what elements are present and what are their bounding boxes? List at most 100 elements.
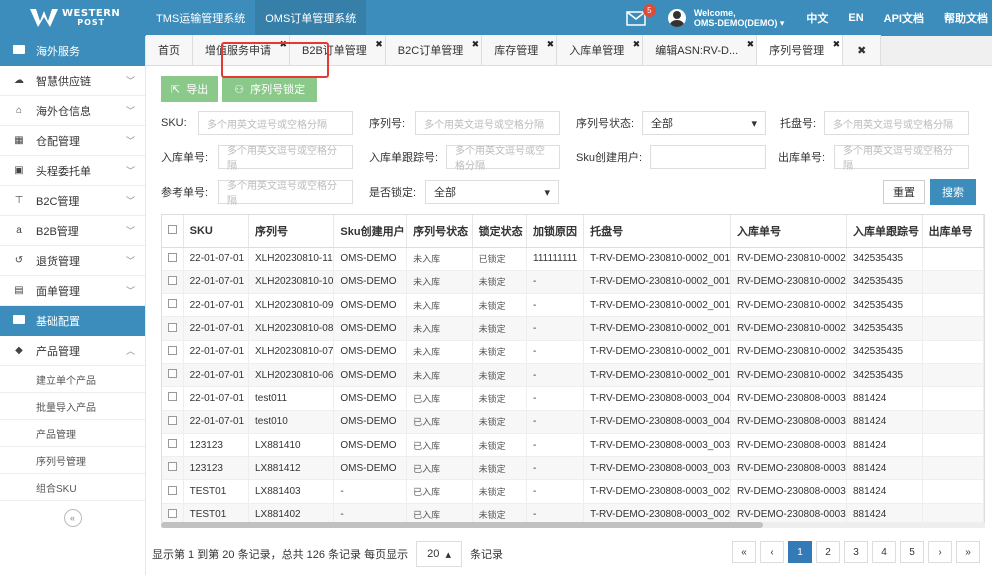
user-menu[interactable]: Welcome, OMS-DEMO(DEMO) ▾ [667, 8, 784, 28]
sidebar-item-supply-chain[interactable]: ☁ 智慧供应链 ﹀ [0, 66, 145, 96]
page-button-1[interactable]: 1 [788, 541, 812, 563]
row-select-cell[interactable] [162, 293, 184, 318]
close-icon[interactable]: ✖ [833, 39, 841, 50]
sidebar-subitem-bulk-import[interactable]: 批量导入产品 [0, 393, 145, 420]
sidebar-subitem-serial-management[interactable]: 序列号管理 [0, 447, 145, 474]
sidebar-subitem-product-management[interactable]: 产品管理 [0, 420, 145, 447]
sidebar-item-labels[interactable]: ▤ 面单管理 ﹀ [0, 276, 145, 306]
select-all-checkbox[interactable] [168, 224, 177, 234]
row-checkbox[interactable] [168, 415, 177, 425]
system-tab-tms[interactable]: TMS运输管理系统 [146, 0, 255, 36]
tab-home[interactable]: 首页 [146, 35, 193, 65]
row-checkbox[interactable] [168, 275, 177, 285]
close-icon[interactable]: ✖ [633, 39, 641, 50]
table-row[interactable]: 22-01-07-01 XLH20230810-06 OMS-DEMO 未入库 未锁定 -… [162, 363, 984, 388]
last-page-button[interactable]: » [956, 541, 980, 563]
table-row[interactable]: TEST01 LX881403- 已入库 未锁定 - T-RV-DEMO-230808-0… [162, 479, 984, 504]
table-row[interactable]: 22-01-07-01 test011 OMS-DEMO 已入库 未锁定 - T-RV-DE… [162, 386, 984, 411]
row-checkbox[interactable] [168, 299, 177, 309]
col-inbound-track[interactable]: 入库单跟踪号 [846, 215, 923, 248]
row-select-cell[interactable] [162, 386, 184, 411]
mail-button[interactable]: 5 [626, 4, 656, 26]
sidebar-section-basic-config[interactable]: 基础配置 [0, 306, 145, 336]
col-serial[interactable]: 序列号 [248, 215, 335, 248]
prev-page-button[interactable]: ‹ [760, 541, 784, 563]
select-all-header[interactable] [162, 215, 184, 248]
page-button-5[interactable]: 5 [900, 541, 924, 563]
ref-no-input[interactable]: 多个用英文逗号或空格分隔 [218, 180, 353, 207]
col-inbound-no[interactable]: 入库单号 [730, 215, 847, 248]
table-row[interactable]: 123123 LX881412 OMS-DEMO 已入库 未锁定 - T-RV-DEMO-2… [162, 456, 984, 481]
row-checkbox[interactable] [168, 322, 177, 332]
row-checkbox[interactable] [168, 439, 177, 449]
row-select-cell[interactable] [162, 456, 184, 481]
sidebar-item-b2c[interactable]: ⊤ B2C管理 ﹀ [0, 186, 145, 216]
table-row[interactable]: 22-01-07-01 XLH20230810-11 OMS-DEMO 未入库 已锁定 1… [162, 247, 984, 271]
reset-button[interactable]: 重置 [883, 180, 925, 204]
sku-input[interactable]: 多个用英文逗号或空格分隔 [198, 111, 353, 135]
col-sku[interactable]: SKU [183, 215, 249, 248]
table-row[interactable]: 22-01-07-01 XLH20230810-08 OMS-DEMO 未入库 未锁定 -… [162, 316, 984, 341]
table-row[interactable]: 22-01-07-01 test010 OMS-DEMO 已入库 未锁定 - T-RV-DE… [162, 410, 984, 434]
tab-b2c-orders[interactable]: B2C订单管理 ✖ [385, 35, 483, 65]
col-pallet[interactable]: 托盘号 [583, 215, 732, 248]
inbound-no-input[interactable]: 多个用英文逗号或空格分隔 [218, 145, 353, 172]
col-serial-status[interactable]: 序列号状态 [406, 215, 473, 248]
row-select-cell[interactable] [162, 410, 184, 434]
row-checkbox[interactable] [168, 508, 177, 518]
row-checkbox[interactable] [168, 392, 177, 402]
logo[interactable]: WESTERN POST [0, 0, 146, 36]
row-checkbox[interactable] [168, 252, 177, 262]
horizontal-scrollbar[interactable] [161, 522, 985, 528]
tab-serial-management[interactable]: 序列号管理 ✖ [757, 35, 844, 65]
export-button[interactable]: ⇱ 导出 [161, 76, 219, 102]
lang-zh-link[interactable]: 中文 [806, 10, 828, 26]
row-checkbox[interactable] [168, 369, 177, 379]
sidebar-item-warehouse-info[interactable]: ⌂ 海外仓信息 ﹀ [0, 96, 145, 126]
sidebar-item-returns[interactable]: ↺ 退货管理 ﹀ [0, 246, 145, 276]
row-select-cell[interactable] [162, 479, 184, 504]
row-select-cell[interactable] [162, 340, 184, 364]
sidebar-item-products[interactable]: ◆ 产品管理 ︿ [0, 336, 145, 366]
tab-inbound[interactable]: 入库单管理 ✖ [557, 35, 644, 65]
close-icon[interactable]: ✖ [747, 39, 755, 50]
row-checkbox[interactable] [168, 462, 177, 472]
page-button-4[interactable]: 4 [872, 541, 896, 563]
sidebar-item-fulfillment[interactable]: ▦ 仓配管理 ﹀ [0, 126, 145, 156]
col-outbound-no[interactable]: 出库单号 [922, 215, 984, 248]
row-select-cell[interactable] [162, 433, 184, 458]
sidebar-subitem-combo-sku[interactable]: 组合SKU [0, 474, 145, 501]
help-docs-link[interactable]: 帮助文档 [944, 10, 988, 26]
col-lock-status[interactable]: 锁定状态 [472, 215, 528, 248]
api-docs-link[interactable]: API文档 [884, 10, 924, 26]
table-row[interactable]: 22-01-07-01 XLH20230810-09 OMS-DEMO 未入库 未锁定 -… [162, 293, 984, 318]
table-row[interactable]: 22-01-07-01 XLH20230810-07 OMS-DEMO 未入库 未锁定 -… [162, 340, 984, 364]
tab-inventory[interactable]: 库存管理 ✖ [482, 35, 558, 65]
col-lock-reason[interactable]: 加锁原因 [526, 215, 585, 248]
page-button-2[interactable]: 2 [816, 541, 840, 563]
close-icon[interactable]: ✖ [375, 39, 383, 50]
row-select-cell[interactable] [162, 363, 184, 388]
row-select-cell[interactable] [162, 316, 184, 341]
row-checkbox[interactable] [168, 485, 177, 495]
sidebar-collapse[interactable]: « [0, 501, 145, 535]
sidebar-subitem-create-product[interactable]: 建立单个产品 [0, 366, 145, 393]
close-icon[interactable]: ✖ [547, 39, 555, 50]
page-button-3[interactable]: 3 [844, 541, 868, 563]
serial-input[interactable]: 多个用英文逗号或空格分隔 [415, 111, 560, 135]
serial-status-select[interactable]: 全部 ▾ [642, 111, 766, 135]
serial-lock-button[interactable]: ⚇ 序列号锁定 [222, 76, 318, 102]
row-checkbox[interactable] [168, 345, 177, 355]
outbound-no-input[interactable]: 多个用英文逗号或空格分隔 [834, 145, 969, 172]
tab-edit-asn[interactable]: 编辑ASN:RV-D... ✖ [643, 35, 758, 65]
row-select-cell[interactable] [162, 247, 184, 271]
sidebar-item-first-leg[interactable]: ▣ 头程委托单 ﹀ [0, 156, 145, 186]
close-all-tabs-button[interactable]: ✖ [843, 35, 882, 65]
search-button[interactable]: 搜索 [930, 179, 976, 205]
lang-en-link[interactable]: EN [848, 12, 863, 24]
table-row[interactable]: 123123 LX881410 OMS-DEMO 已入库 未锁定 - T-RV-DEMO-2… [162, 433, 984, 458]
system-tab-oms[interactable]: OMS订单管理系统 [255, 0, 367, 36]
pallet-input[interactable]: 多个用英文逗号或空格分隔 [824, 111, 969, 135]
inbound-track-input[interactable]: 多个用英文逗号或空格分隔 [446, 145, 560, 172]
sidebar-item-b2b[interactable]: a B2B管理 ﹀ [0, 216, 145, 246]
